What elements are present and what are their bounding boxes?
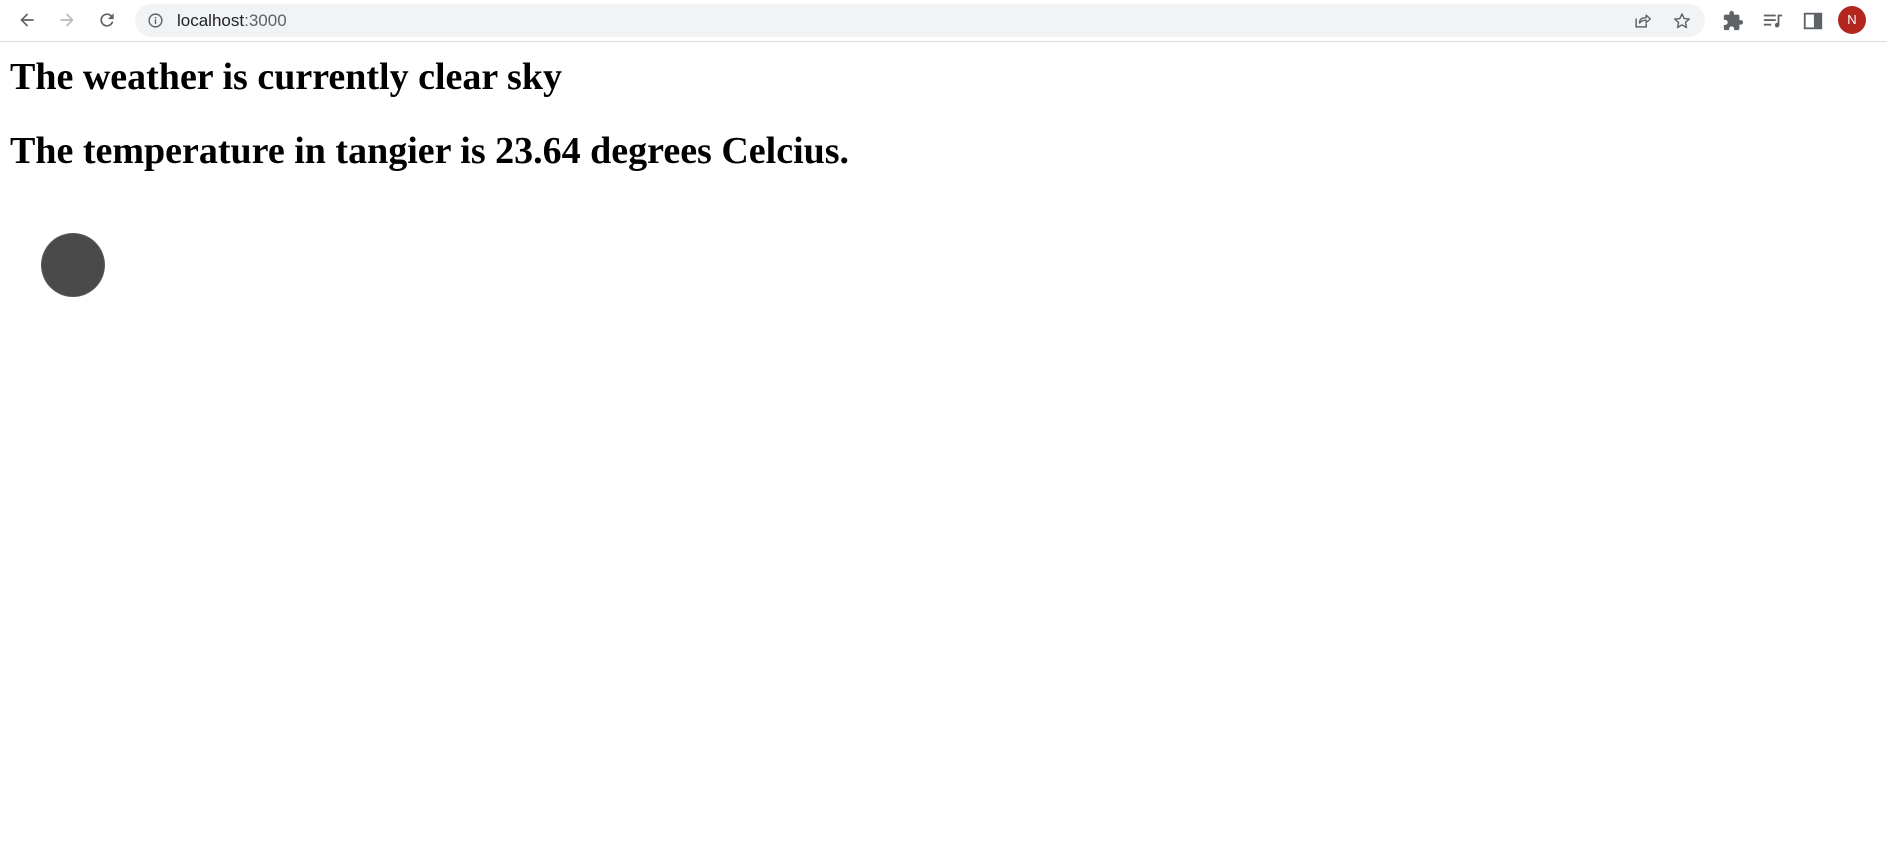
page-content: The weather is currently clear sky The t…	[0, 43, 1887, 847]
url-host: localhost	[177, 11, 245, 30]
share-icon	[1635, 14, 1651, 28]
puzzle-icon	[1723, 10, 1744, 31]
reload-button[interactable]	[92, 5, 122, 35]
profile-avatar[interactable]: N	[1838, 6, 1866, 34]
loading-spinner	[42, 234, 104, 296]
browser-toolbar: localhost:3000 N	[0, 0, 1887, 42]
info-icon[interactable]	[147, 12, 164, 29]
star-icon	[1674, 13, 1690, 29]
reload-icon	[100, 13, 114, 27]
temperature-heading: The temperature in tangier is 23.64 degr…	[10, 130, 850, 172]
bookmark-button[interactable]	[1671, 10, 1693, 32]
address-bar[interactable]: localhost:3000	[135, 4, 1705, 37]
url-text[interactable]: localhost:3000	[177, 4, 287, 37]
side-panel-icon	[1803, 12, 1823, 30]
url-port: :3000	[244, 11, 287, 30]
forward-button[interactable]	[52, 5, 82, 35]
back-arrow-icon	[20, 13, 34, 27]
forward-arrow-icon	[60, 13, 74, 27]
extensions-button[interactable]	[1720, 8, 1746, 34]
back-button[interactable]	[12, 5, 42, 35]
share-button[interactable]	[1631, 10, 1653, 32]
media-queue-icon	[1763, 14, 1783, 28]
media-control-button[interactable]	[1760, 8, 1786, 34]
side-panel-button[interactable]	[1800, 8, 1826, 34]
weather-heading: The weather is currently clear sky	[10, 56, 562, 98]
